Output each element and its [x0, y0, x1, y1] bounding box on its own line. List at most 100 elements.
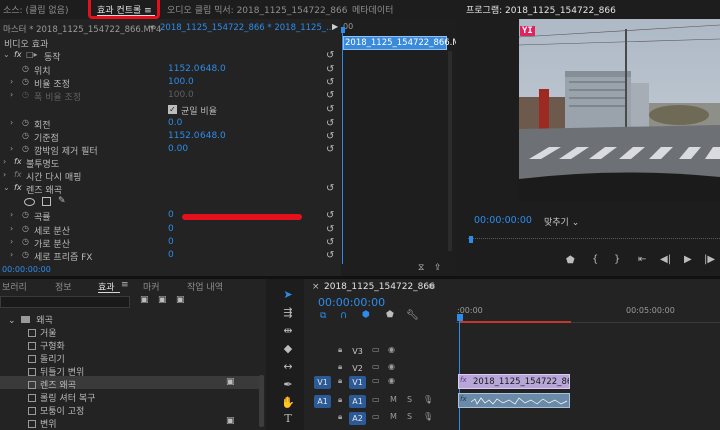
- expand-chevron-icon[interactable]: ›: [10, 250, 13, 259]
- effect-item[interactable]: 모퉁이 고정: [28, 404, 84, 417]
- filter-icon[interactable]: ⧖: [418, 263, 424, 273]
- ec-row-position[interactable]: ◷ 위치 1152.0 648.0 ↺: [0, 64, 340, 77]
- tab-info[interactable]: 정보: [55, 280, 72, 293]
- rotation-value[interactable]: 0.0: [168, 118, 182, 128]
- expand-chevron-icon[interactable]: ›: [10, 237, 13, 246]
- scrubber-playhead[interactable]: [469, 236, 473, 243]
- effects-folder-distort[interactable]: ⌄ 왜곡: [8, 313, 53, 326]
- stopwatch-icon[interactable]: ◷: [22, 131, 29, 140]
- tab-markers[interactable]: 마커: [143, 280, 160, 293]
- ec-row-opacity[interactable]: › fx 불투명도: [0, 157, 340, 170]
- ec-row-rotation[interactable]: › ◷ 회전 0.0 ↺: [0, 118, 340, 131]
- reset-icon[interactable]: ↺: [326, 131, 334, 142]
- work-area-bar[interactable]: [459, 321, 571, 323]
- effect-item[interactable]: 돌리기: [28, 352, 65, 365]
- reset-icon[interactable]: ↺: [326, 118, 334, 129]
- ec-row-flicker[interactable]: › ◷ 깜박임 제거 필터 0.00 ↺: [0, 144, 340, 157]
- track-select-tool-icon[interactable]: ⇶: [281, 306, 295, 320]
- sync-lock-icon[interactable]: ▭: [372, 362, 380, 371]
- fill-value[interactable]: 0: [168, 250, 174, 260]
- mark-out-icon[interactable]: }: [614, 254, 620, 265]
- ec-row-scale[interactable]: › ◷ 비율 조정 100.0 ↺: [0, 77, 340, 90]
- track-target-button[interactable]: V3: [349, 345, 366, 358]
- expand-chevron-icon[interactable]: ›: [10, 144, 13, 153]
- tab-program[interactable]: 프로그램: 2018_1125_154722_866: [466, 3, 616, 16]
- flicker-value[interactable]: 0.00: [168, 144, 188, 154]
- pen-mask-icon[interactable]: ✎: [58, 196, 66, 206]
- panel-menu-icon[interactable]: ≡: [428, 282, 436, 292]
- stopwatch-icon[interactable]: ◷: [22, 118, 29, 127]
- tab-audio-clip-mixer[interactable]: 오디오 클립 믹서: 2018_1125_154722_866: [167, 3, 347, 16]
- effect-item[interactable]: 변위: [28, 417, 57, 430]
- add-marker-icon[interactable]: ⬢: [362, 310, 370, 320]
- export-icon[interactable]: ⇪: [434, 263, 442, 273]
- ec-mini-timeline[interactable]: [341, 19, 456, 276]
- ec-row-motion[interactable]: ⌄ fx □▸ 동작 ↺: [0, 50, 340, 63]
- reset-icon[interactable]: ↺: [326, 90, 334, 101]
- microphone-icon[interactable]: 🎙︎: [423, 395, 433, 404]
- razor-tool-icon[interactable]: ◆: [281, 342, 295, 356]
- marker-icon[interactable]: ⬟: [386, 310, 394, 320]
- effect-item-lens-distortion[interactable]: 렌즈 왜곡: [28, 378, 76, 391]
- track-target-button[interactable]: V1: [349, 376, 366, 389]
- tab-source[interactable]: 소스: (클립 없음): [3, 3, 68, 16]
- lock-icon[interactable]: 🔒︎: [338, 395, 342, 405]
- lock-icon[interactable]: 🔒︎: [338, 362, 342, 372]
- sync-lock-icon[interactable]: ▭: [372, 412, 380, 421]
- rectangle-mask-icon[interactable]: [42, 197, 51, 206]
- sync-lock-icon[interactable]: ▭: [372, 376, 380, 385]
- reset-icon[interactable]: ↺: [326, 104, 334, 115]
- motion-icon[interactable]: □▸: [26, 50, 38, 59]
- curvature-value[interactable]: 0: [168, 210, 174, 220]
- tab-history[interactable]: 작업 내역: [187, 280, 223, 293]
- lock-icon[interactable]: 🔒︎: [338, 376, 342, 386]
- ec-row-vertical-decenter[interactable]: › ◷ 세로 분산 0 ↺: [0, 224, 340, 237]
- position-x-value[interactable]: 1152.0: [168, 64, 200, 74]
- ec-sequence-label[interactable]: 2018_1125_154722_866 * 2018_1125_...: [160, 23, 334, 33]
- sync-lock-icon[interactable]: ▭: [372, 395, 380, 404]
- position-y-value[interactable]: 648.0: [200, 64, 226, 74]
- hand-tool-icon[interactable]: ✋: [281, 396, 295, 410]
- effect-item[interactable]: 구형화: [28, 339, 65, 352]
- ec-row-anchor[interactable]: ◷ 기준점 1152.0 648.0 ↺: [0, 131, 340, 144]
- selection-tool-icon[interactable]: ➤: [281, 288, 295, 302]
- eye-icon[interactable]: ◉: [388, 345, 395, 354]
- expand-chevron-icon[interactable]: ›: [10, 77, 13, 86]
- tab-library[interactable]: 보러리: [2, 280, 27, 293]
- ec-footer-timecode[interactable]: 00:00:00:00: [2, 265, 51, 274]
- expand-chevron-icon[interactable]: ›: [10, 224, 13, 233]
- reset-icon[interactable]: ↺: [326, 224, 334, 235]
- sync-lock-icon[interactable]: ▭: [372, 345, 380, 354]
- ec-dropdown-arrow[interactable]: ▾: [150, 23, 154, 32]
- anchor-y-value[interactable]: 648.0: [200, 131, 226, 141]
- anchor-x-value[interactable]: 1152.0: [168, 131, 200, 141]
- tab-metadata[interactable]: 메타데이터: [352, 3, 393, 16]
- ec-row-uniform-scale[interactable]: ✓ 균일 비율 ↺: [0, 104, 340, 117]
- expand-chevron-icon[interactable]: ›: [3, 157, 6, 166]
- add-marker-icon[interactable]: ⬟: [566, 255, 575, 266]
- linked-selection-icon[interactable]: ∩: [340, 310, 347, 321]
- stopwatch-icon[interactable]: ◷: [22, 224, 29, 233]
- type-tool-icon[interactable]: T: [281, 412, 295, 426]
- reset-icon[interactable]: ↺: [326, 183, 334, 194]
- fit-zoom-select[interactable]: 맞추기 ⌄: [544, 215, 579, 228]
- stopwatch-icon[interactable]: ◷: [22, 77, 29, 86]
- microphone-icon[interactable]: 🎙︎: [423, 412, 433, 421]
- stopwatch-icon[interactable]: ◷: [22, 237, 29, 246]
- expand-chevron-icon[interactable]: ›: [10, 118, 13, 127]
- timeline-playhead-head[interactable]: [457, 314, 463, 321]
- video-clip[interactable]: fx 2018_1125_154722_866.MP4: [458, 374, 570, 389]
- reset-icon[interactable]: ↺: [326, 237, 334, 248]
- uniform-scale-checkbox[interactable]: ✓: [168, 105, 177, 114]
- program-scrubber[interactable]: [468, 236, 720, 243]
- wrench-icon[interactable]: 🔧︎: [406, 310, 419, 321]
- audio-clip[interactable]: fx: [458, 393, 570, 408]
- stopwatch-icon[interactable]: ◷: [22, 210, 29, 219]
- ec-row-fill[interactable]: › ◷ 세로 프리즘 FX 0 ↺: [0, 250, 340, 263]
- solo-button[interactable]: S: [407, 395, 412, 404]
- expand-chevron-icon[interactable]: ⌄: [3, 50, 10, 59]
- pen-tool-icon[interactable]: ✒: [281, 378, 295, 392]
- program-video-frame[interactable]: YI: [519, 19, 720, 202]
- effect-item[interactable]: 롤링 셔터 복구: [28, 391, 95, 404]
- track-target-button[interactable]: A2: [349, 412, 366, 425]
